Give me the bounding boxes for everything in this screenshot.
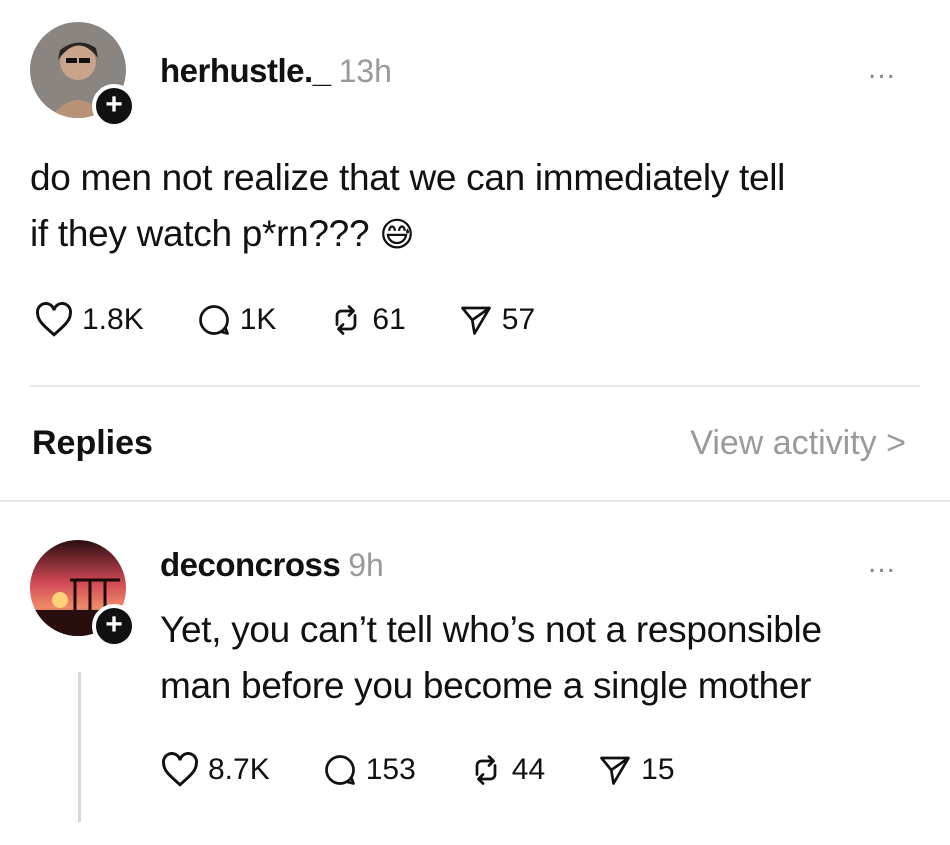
heart-icon [36, 302, 72, 337]
reply-comment-button[interactable]: 153 [322, 752, 416, 788]
heart-icon [162, 752, 198, 787]
comment-bubble-icon [324, 755, 355, 785]
post-comment-count: 1K [239, 303, 277, 336]
post-emoji: 😅 [379, 216, 415, 254]
view-activity-link[interactable]: View activity > [690, 424, 906, 463]
reply-time: 9h [348, 547, 384, 583]
repost-icon [475, 755, 497, 785]
post-header: herhustle._ 13h [160, 52, 392, 90]
reply-like-count: 8.7K [208, 753, 270, 786]
repost-icon [336, 305, 357, 335]
send-icon [460, 306, 491, 335]
post-comment-button[interactable]: 1K [196, 302, 277, 338]
post-share-button[interactable]: 57 [458, 302, 535, 338]
post-text-line-2: if they watch p*rn??? [30, 213, 370, 254]
reply-repost-button[interactable]: 44 [468, 752, 545, 788]
comment-bubble-icon [198, 305, 229, 335]
reply-like-button[interactable]: 8.7K [160, 752, 270, 788]
reply-follow-plus-icon[interactable]: + [92, 604, 136, 648]
reply-share-button[interactable]: 15 [597, 752, 675, 788]
post-text: do men not realize that we can immediate… [30, 150, 785, 263]
reply-actions: 8.7K 153 44 15 [160, 752, 727, 788]
follow-plus-icon[interactable]: + [92, 84, 136, 128]
post-time: 13h [338, 53, 392, 89]
reply-repost-count: 44 [511, 753, 546, 786]
divider-replies [0, 500, 950, 502]
post-actions: 1.8K 1K 61 57 [34, 302, 587, 338]
reply-text: Yet, you can’t tell who’s not a responsi… [160, 602, 822, 714]
reply-text-line-1: Yet, you can’t tell who’s not a responsi… [160, 609, 822, 650]
post-username[interactable]: herhustle._ [160, 52, 331, 89]
thread-line [78, 672, 81, 822]
post-like-button[interactable]: 1.8K [34, 302, 144, 338]
post-share-count: 57 [501, 303, 536, 336]
post-text-line-1: do men not realize that we can immediate… [30, 157, 786, 198]
post-more-icon[interactable]: ... [868, 52, 896, 86]
reply-header: deconcross 9h [160, 546, 384, 584]
post-repost-button[interactable]: 61 [328, 302, 406, 338]
reply-more-icon[interactable]: ... [868, 546, 896, 580]
post-repost-count: 61 [372, 303, 406, 336]
reply-text-line-2: man before you become a single mother [160, 665, 812, 706]
reply-share-count: 15 [641, 753, 675, 786]
send-icon [600, 756, 631, 785]
reply-username[interactable]: deconcross [160, 546, 341, 583]
replies-label: Replies [32, 424, 153, 462]
reply-comment-count: 153 [365, 753, 416, 786]
post-like-count: 1.8K [82, 303, 144, 336]
divider-top [30, 385, 920, 387]
